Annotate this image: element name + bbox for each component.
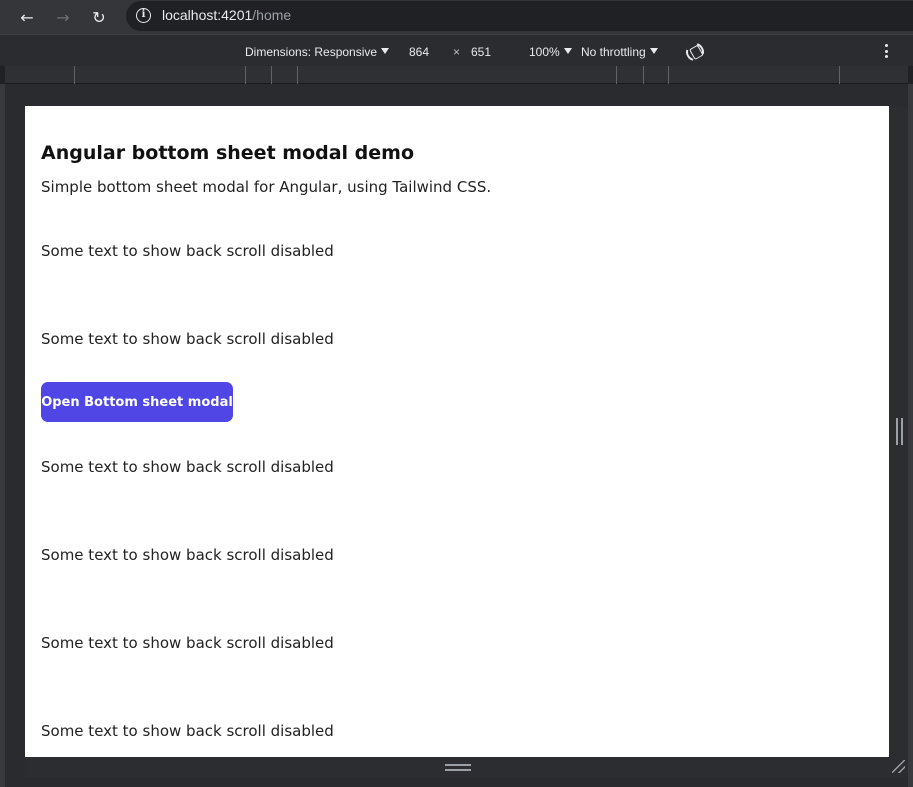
- throttling-label: No throttling: [581, 45, 646, 59]
- resize-corner-icon[interactable]: [892, 760, 905, 773]
- filler-text: Some text to show back scroll disabled: [41, 330, 334, 348]
- page-title: Angular bottom sheet modal demo: [41, 142, 415, 164]
- url-path: /home: [252, 7, 292, 23]
- site-info-icon[interactable]: i: [136, 8, 151, 23]
- viewport-frame-base: [5, 777, 908, 787]
- right-edge: [908, 84, 913, 787]
- height-input[interactable]: 651: [471, 45, 491, 59]
- filler-text: Some text to show back scroll disabled: [41, 546, 334, 564]
- emulated-viewport: Angular bottom sheet modal demo Simple b…: [25, 106, 889, 757]
- filler-text: Some text to show back scroll disabled: [41, 242, 334, 260]
- forward-arrow-icon[interactable]: →: [49, 3, 77, 31]
- dimensions-label: Dimensions: Responsive: [245, 45, 378, 59]
- caret-down-icon: [563, 48, 572, 54]
- resize-handle-bottom[interactable]: [445, 764, 471, 771]
- media-query-ruler[interactable]: [5, 66, 908, 84]
- url-host: localhost:4201: [162, 7, 253, 23]
- filler-text: Some text to show back scroll disabled: [41, 634, 334, 652]
- viewport-frame-left: [5, 106, 25, 777]
- caret-down-icon: [381, 48, 390, 54]
- more-options-icon[interactable]: [884, 44, 888, 58]
- rotate-icon[interactable]: [682, 39, 708, 65]
- dimensions-dropdown[interactable]: Dimensions: Responsive: [245, 45, 390, 59]
- back-arrow-icon[interactable]: ←: [13, 3, 41, 31]
- reload-icon[interactable]: ↻: [85, 3, 113, 31]
- caret-down-icon: [649, 48, 658, 54]
- zoom-dropdown[interactable]: 100%: [529, 45, 572, 59]
- open-bottom-sheet-button[interactable]: Open Bottom sheet modal: [41, 382, 233, 422]
- url-text[interactable]: localhost:4201/home: [162, 7, 291, 23]
- throttling-dropdown[interactable]: No throttling: [581, 45, 658, 59]
- ruler-gap: [5, 84, 908, 106]
- filler-text: Some text to show back scroll disabled: [41, 458, 334, 476]
- resize-handle-right[interactable]: [896, 418, 903, 445]
- filler-text: Some text to show back scroll disabled: [41, 722, 334, 740]
- width-input[interactable]: 864: [409, 45, 429, 59]
- page-subtitle: Simple bottom sheet modal for Angular, u…: [41, 178, 492, 196]
- times-symbol: ×: [453, 45, 461, 59]
- address-bar[interactable]: i localhost:4201/home: [126, 1, 913, 31]
- device-toolbar: Dimensions: Responsive 864 × 651 100% No…: [0, 34, 913, 66]
- browser-toolbar: ← → ↻ i localhost:4201/home: [0, 0, 913, 34]
- zoom-label: 100%: [529, 45, 560, 59]
